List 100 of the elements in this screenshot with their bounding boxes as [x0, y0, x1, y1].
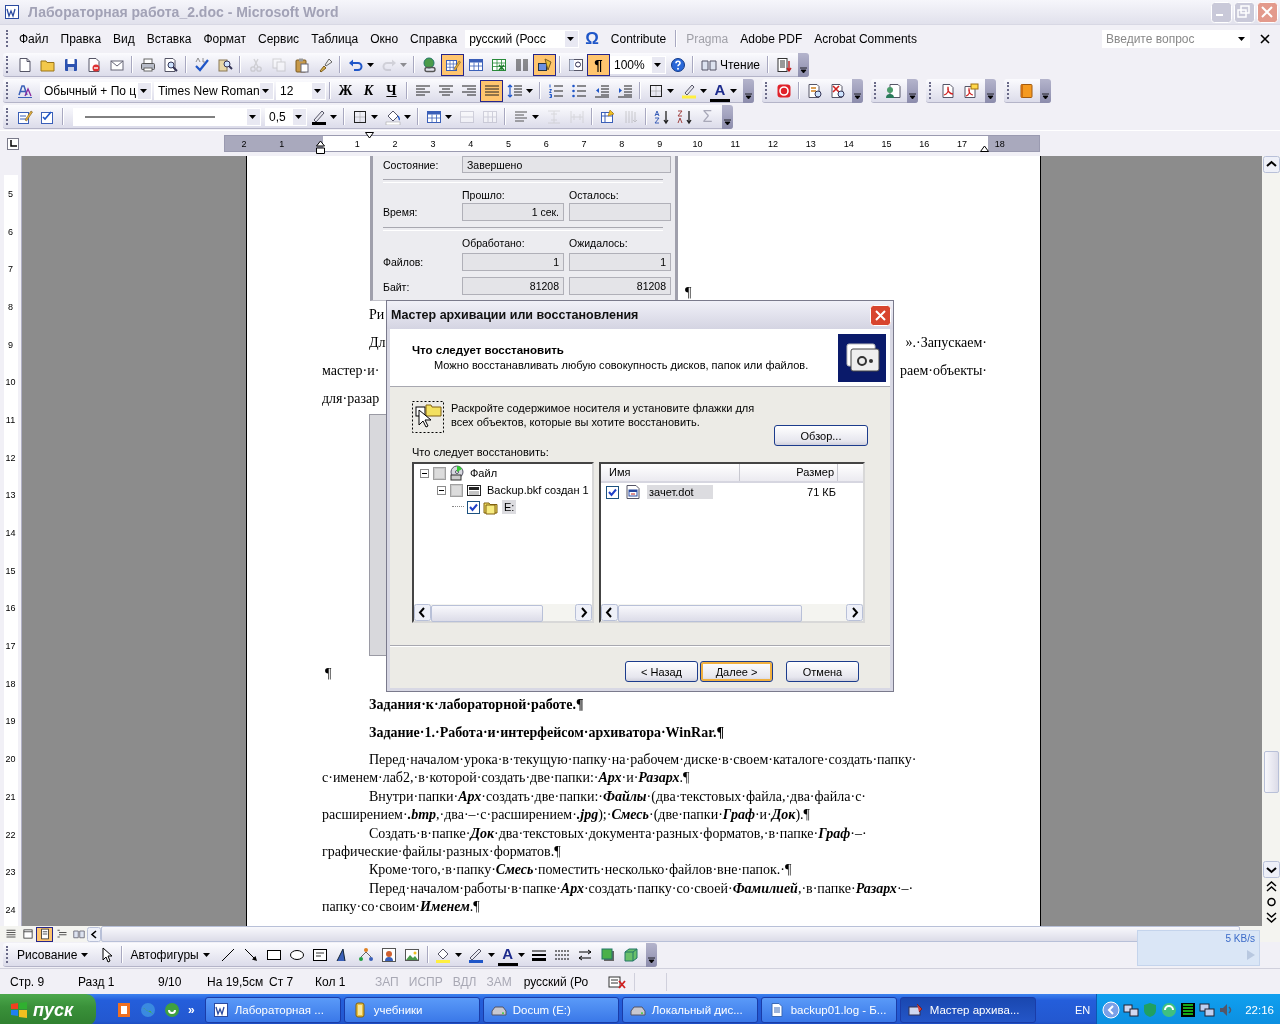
font-color-button[interactable]: A — [710, 79, 730, 102]
permission-icon[interactable] — [85, 56, 102, 73]
draw-table-icon[interactable] — [16, 108, 33, 125]
scroll-left-button[interactable] — [601, 604, 618, 621]
diagram-icon[interactable] — [358, 946, 375, 963]
document-map-icon[interactable] — [567, 56, 584, 73]
caret-icon[interactable] — [487, 952, 495, 957]
shadow-icon[interactable] — [600, 946, 617, 963]
scroll-thumb[interactable] — [1263, 751, 1279, 793]
scroll-up-button[interactable] — [1262, 156, 1280, 173]
caret-icon[interactable] — [367, 62, 374, 67]
swirl-icon[interactable] — [1161, 1002, 1178, 1018]
paste-icon[interactable] — [293, 56, 310, 73]
more-button[interactable]: » — [188, 1003, 195, 1017]
menu-item[interactable]: Таблица — [305, 31, 365, 46]
numbering-icon[interactable] — [547, 82, 564, 99]
round-app-icon[interactable] — [164, 1002, 180, 1018]
caret-icon[interactable] — [139, 88, 147, 93]
tree-item[interactable]: E: — [502, 500, 517, 514]
scroll-right-button[interactable] — [846, 604, 863, 621]
horizontal-scrollbar[interactable] — [601, 604, 863, 621]
show-marks-button[interactable]: ¶ — [587, 53, 610, 76]
menu-item[interactable]: Вставка — [140, 31, 198, 46]
toolbar-grip[interactable] — [929, 82, 932, 99]
dialog-button[interactable]: Далее > — [700, 661, 773, 682]
zoom-dropdown[interactable]: 100% — [610, 55, 666, 74]
language-dropdown[interactable]: русский (Росс — [465, 29, 580, 48]
research-icon[interactable] — [216, 56, 233, 73]
scroll-left-button[interactable] — [414, 604, 431, 621]
spellcheck-icon[interactable] — [193, 56, 210, 73]
checkbox[interactable] — [606, 485, 619, 499]
dialog-button[interactable]: < Назад — [625, 661, 698, 682]
font-size-dropdown[interactable]: 12 — [276, 81, 326, 100]
caret-icon[interactable] — [526, 88, 533, 93]
underline-button[interactable]: Ч — [380, 79, 403, 102]
caret-icon[interactable] — [404, 114, 411, 119]
toolbar-options-button[interactable] — [798, 52, 810, 77]
bullets-icon[interactable] — [570, 82, 587, 99]
spreadsheet-icon[interactable] — [490, 56, 507, 73]
horizontal-scrollbar[interactable] — [414, 604, 592, 621]
reading-button[interactable]: Чтение — [697, 53, 765, 76]
taskbar-button[interactable]: backup01.log - Б... — [760, 997, 897, 1023]
caret-icon[interactable] — [202, 952, 210, 957]
caret-icon[interactable] — [730, 88, 737, 93]
checkbox[interactable] — [467, 500, 480, 514]
caret-icon[interactable] — [667, 88, 674, 93]
scroll-thumb[interactable] — [618, 605, 802, 622]
expand-toggle[interactable] — [436, 485, 446, 495]
caret-icon[interactable] — [81, 952, 89, 957]
highlight-icon[interactable] — [680, 82, 697, 99]
menu-item[interactable]: Сервис — [252, 31, 306, 46]
toolbar-options-button[interactable] — [907, 78, 918, 103]
caret-icon[interactable] — [294, 114, 302, 119]
border-color-icon[interactable] — [310, 108, 327, 125]
file-name[interactable]: зачет.dot — [647, 485, 713, 499]
toolbar-options-button[interactable] — [1040, 78, 1051, 103]
borders-icon[interactable] — [647, 82, 664, 99]
font-color-button[interactable]: A — [497, 943, 518, 966]
line-spacing-icon[interactable] — [506, 82, 523, 99]
dialog-button[interactable]: Отмена — [786, 661, 859, 682]
caret-icon[interactable] — [653, 62, 661, 67]
toolbar-grip[interactable] — [1007, 82, 1010, 99]
scroll-down-button[interactable] — [1262, 861, 1280, 878]
menu-item[interactable]: Справка — [404, 31, 464, 46]
arrow-icon[interactable] — [243, 946, 260, 963]
caret-icon[interactable] — [517, 952, 525, 957]
drawing-button[interactable] — [533, 53, 556, 76]
print-view-button[interactable] — [36, 926, 53, 942]
caret-icon[interactable] — [566, 36, 574, 41]
show-hidden-icons-button[interactable] — [1102, 1001, 1121, 1019]
toolbar-grip[interactable] — [874, 82, 877, 99]
office-app-icon[interactable] — [116, 1002, 132, 1018]
symbol-button[interactable]: Ω — [579, 28, 605, 49]
column-header[interactable]: Имя — [601, 464, 740, 481]
menu-item[interactable]: Правка — [54, 31, 108, 46]
pdf-comment-icon[interactable] — [962, 82, 979, 99]
columns-icon[interactable] — [513, 56, 530, 73]
draw-menu-button[interactable]: Рисование — [13, 943, 96, 966]
checkbox[interactable] — [433, 466, 446, 480]
hyperlink-icon[interactable] — [421, 56, 438, 73]
toolbar-grip[interactable] — [6, 946, 9, 963]
tree-item[interactable]: Файл — [468, 466, 500, 480]
menu-item[interactable]: Contribute — [604, 31, 673, 46]
borders-icon[interactable] — [351, 108, 368, 125]
meter-icon[interactable] — [1180, 1002, 1197, 1018]
expand-toggle[interactable] — [419, 468, 429, 478]
sort-ascending-icon[interactable] — [653, 108, 670, 125]
toolbar-grip[interactable] — [765, 82, 768, 99]
table-autoformat-icon[interactable] — [599, 108, 616, 125]
computers-icon[interactable] — [1199, 1002, 1216, 1018]
caret-icon[interactable] — [700, 88, 707, 93]
cell-align-icon[interactable] — [512, 108, 529, 125]
insert-table-icon[interactable] — [467, 56, 484, 73]
hanging-indent-marker[interactable] — [316, 140, 325, 154]
menu-item[interactable]: Окно — [364, 31, 405, 46]
caret-icon[interactable] — [248, 114, 256, 119]
network-icon[interactable] — [1123, 1002, 1140, 1018]
merge-cells-icon[interactable] — [458, 108, 475, 125]
menu-item[interactable]: Adobe PDF — [734, 31, 809, 46]
first-line-indent-marker[interactable] — [365, 132, 374, 139]
